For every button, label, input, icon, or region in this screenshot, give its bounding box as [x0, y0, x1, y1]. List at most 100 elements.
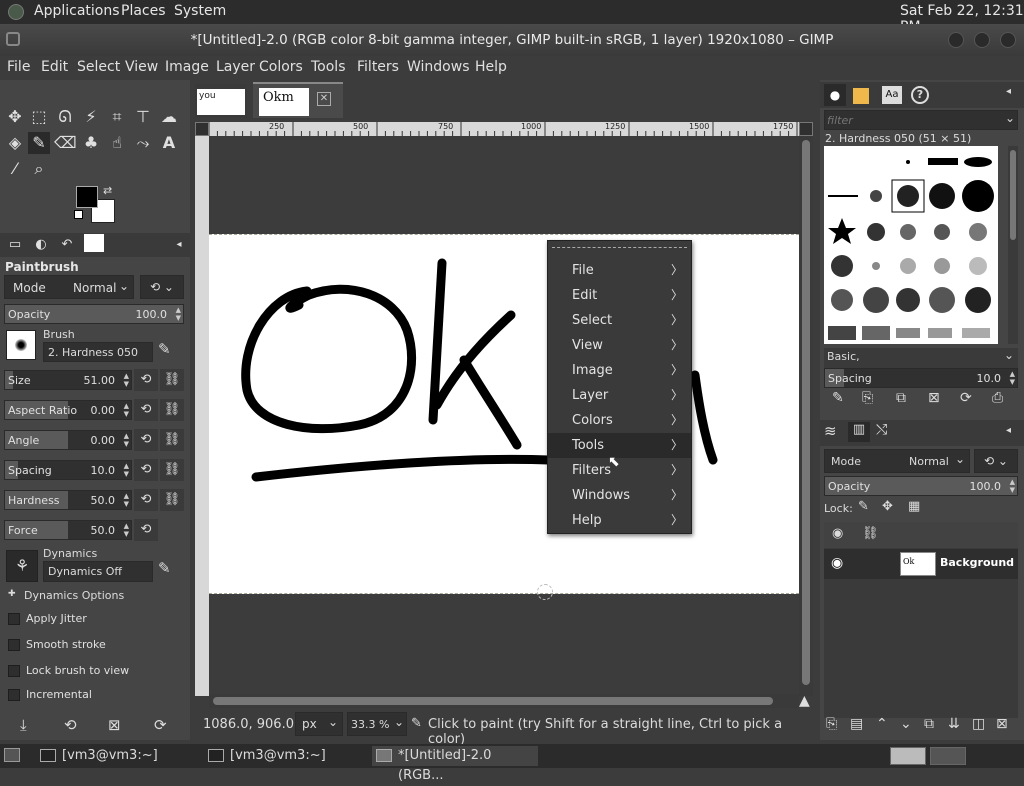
- incremental-checkbox[interactable]: [8, 689, 20, 701]
- taskbar-item-gimp[interactable]: *[Untitled]-2.0 (RGB...: [372, 746, 538, 783]
- lasso-tool-icon[interactable]: ᘏ: [54, 106, 76, 128]
- image-canvas[interactable]: [209, 234, 799, 594]
- zoom-tool-icon[interactable]: ⌕: [28, 158, 50, 180]
- vertical-scroll-thumb[interactable]: [802, 140, 810, 685]
- reset-tool-options-icon[interactable]: ⟳: [154, 716, 167, 734]
- default-colors-icon[interactable]: [74, 210, 83, 219]
- spinner-icon[interactable]: ▲ ▼: [124, 372, 129, 388]
- show-desktop-icon[interactable]: [4, 748, 20, 762]
- size-reset-icon[interactable]: ⟲: [134, 369, 158, 391]
- spinner-icon[interactable]: ▲ ▼: [124, 402, 129, 418]
- quick-mask-corner-icon[interactable]: [195, 122, 209, 136]
- context-menu-view[interactable]: View 〉: [548, 333, 691, 358]
- taskbar-item-terminal-2[interactable]: [vm3@vm3:~]: [204, 746, 364, 766]
- channels-tab-icon[interactable]: ▥: [848, 422, 870, 442]
- new-brush-button-icon[interactable]: ⎘: [862, 390, 873, 406]
- menu-select[interactable]: Select: [77, 59, 120, 75]
- spinner-icon[interactable]: ▲ ▼: [1010, 478, 1015, 494]
- dock-menu-icon[interactable]: ◂: [1006, 425, 1011, 436]
- duplicate-brush-button-icon[interactable]: ⧉: [896, 390, 906, 406]
- aspect-link-icon[interactable]: ⛓: [160, 399, 184, 421]
- context-menu-colors[interactable]: Colors 〉: [548, 408, 691, 433]
- delete-tool-preset-icon[interactable]: ⊠: [108, 716, 121, 734]
- raise-layer-icon[interactable]: ⌃: [876, 716, 888, 732]
- brush-name-field[interactable]: 2. Hardness 050: [43, 342, 153, 362]
- unified-transform-tool-icon[interactable]: ⊤: [132, 106, 154, 128]
- dynamics-preview-icon[interactable]: ⚘: [6, 550, 38, 582]
- menu-edit[interactable]: Edit: [41, 59, 68, 75]
- layer-mode-select[interactable]: Mode Normal ⌄: [824, 449, 970, 473]
- restore-tool-preset-icon[interactable]: ⟲: [64, 716, 77, 734]
- canvas-viewport[interactable]: [209, 136, 799, 696]
- lock-pixels-icon[interactable]: ✎: [858, 499, 869, 514]
- taskbar-item-terminal-1[interactable]: [vm3@vm3:~]: [36, 746, 196, 766]
- zoom-to-fit-icon[interactable]: ▲: [799, 693, 810, 709]
- context-menu-windows[interactable]: Windows 〉: [548, 483, 691, 508]
- lock-alpha-icon[interactable]: ▦: [908, 499, 920, 514]
- text-tool-icon[interactable]: A: [158, 132, 180, 154]
- spacing-reset-icon[interactable]: ⟲: [134, 459, 158, 481]
- menu-file[interactable]: File: [7, 59, 30, 75]
- dynamics-field[interactable]: Dynamics Off: [43, 561, 153, 582]
- menu-layer[interactable]: Layer: [216, 59, 255, 75]
- angle-reset-icon[interactable]: ⟲: [134, 429, 158, 451]
- size-link-icon[interactable]: ⛓: [160, 369, 184, 391]
- device-status-tab-icon[interactable]: ◐: [30, 234, 52, 256]
- menu-help[interactable]: Help: [475, 59, 507, 75]
- spacing-link-icon[interactable]: ⛓: [160, 459, 184, 481]
- fuzzy-select-tool-icon[interactable]: ⚡: [80, 106, 102, 128]
- help-tab-icon[interactable]: ?: [911, 86, 929, 104]
- unit-select[interactable]: px ⌄: [295, 712, 343, 736]
- edit-brush-icon[interactable]: ✎: [158, 340, 171, 358]
- dynamics-options-expander[interactable]: Dynamics Options: [24, 589, 124, 602]
- bucket-fill-tool-icon[interactable]: ◈: [4, 132, 26, 154]
- window-titlebar[interactable]: *[Untitled]-2.0 (RGB color 8-bit gamma i…: [0, 24, 1024, 56]
- navigate-corner-icon[interactable]: [799, 122, 813, 136]
- angle-slider[interactable]: Angle 0.00 ▲ ▼: [4, 430, 132, 450]
- brush-grid[interactable]: [824, 146, 998, 344]
- places-menu[interactable]: Places: [121, 3, 166, 19]
- context-menu-help[interactable]: Help 〉: [548, 508, 691, 533]
- new-layer-icon[interactable]: ⎘: [826, 716, 837, 732]
- layer-mode-reset-button[interactable]: ⟲ ⌄: [974, 449, 1018, 473]
- image-tab-2[interactable]: Okm ✕: [253, 82, 343, 118]
- brush-as-image-button-icon[interactable]: ⎙: [992, 390, 1003, 406]
- opacity-slider[interactable]: Opacity 100.0 ▲ ▼: [4, 304, 184, 324]
- undo-history-tab-icon[interactable]: ↶: [56, 234, 78, 256]
- merge-layer-icon[interactable]: ⇊: [948, 716, 960, 732]
- angle-link-icon[interactable]: ⛓: [160, 429, 184, 451]
- mode-reset-button[interactable]: ⟲ ⌄: [140, 275, 184, 299]
- maximize-button[interactable]: [974, 32, 990, 48]
- context-menu-select[interactable]: Select 〉: [548, 308, 691, 333]
- color-picker-tool-icon[interactable]: ⁄: [4, 158, 26, 180]
- apply-jitter-checkbox[interactable]: [8, 613, 20, 625]
- new-layer-group-icon[interactable]: ▤: [850, 716, 863, 732]
- mode-select[interactable]: Mode Normal ⌄: [4, 275, 134, 299]
- menu-filters[interactable]: Filters: [357, 59, 399, 75]
- images-tab-icon[interactable]: [84, 234, 104, 252]
- horizontal-scroll-thumb[interactable]: [213, 697, 773, 705]
- warp-tool-icon[interactable]: ☁: [158, 106, 180, 128]
- patterns-tab-icon[interactable]: [853, 88, 869, 104]
- layer-opacity-slider[interactable]: Opacity 100.0 ▲ ▼: [824, 476, 1018, 496]
- brush-spacing-slider[interactable]: Spacing 10.0 ▲ ▼: [824, 368, 1018, 388]
- spinner-icon[interactable]: ▲ ▼: [176, 306, 181, 322]
- refresh-brushes-button-icon[interactable]: ⟳: [960, 390, 972, 406]
- menu-image[interactable]: Image: [165, 59, 209, 75]
- window-menu-icon[interactable]: [6, 32, 20, 46]
- spinner-icon[interactable]: ▲ ▼: [1010, 370, 1015, 386]
- brushes-tab-icon[interactable]: ●: [824, 84, 846, 106]
- foreground-color-swatch[interactable]: [76, 186, 98, 208]
- context-menu-edit[interactable]: Edit 〉: [548, 283, 691, 308]
- close-tab-icon[interactable]: ✕: [317, 92, 331, 106]
- dock-menu-icon[interactable]: ◂: [168, 234, 190, 256]
- size-slider[interactable]: Size 51.00 ▲ ▼: [4, 370, 132, 390]
- brush-preview[interactable]: [6, 330, 36, 360]
- menu-windows[interactable]: Windows: [407, 59, 470, 75]
- menu-colors[interactable]: Colors: [259, 59, 303, 75]
- brush-tag-select[interactable]: Basic, ⌄: [824, 348, 1018, 368]
- context-menu-layer[interactable]: Layer 〉: [548, 383, 691, 408]
- paths-tool-icon[interactable]: ⤳: [132, 132, 154, 154]
- hardness-link-icon[interactable]: ⛓: [160, 489, 184, 511]
- system-menu[interactable]: System: [174, 3, 226, 19]
